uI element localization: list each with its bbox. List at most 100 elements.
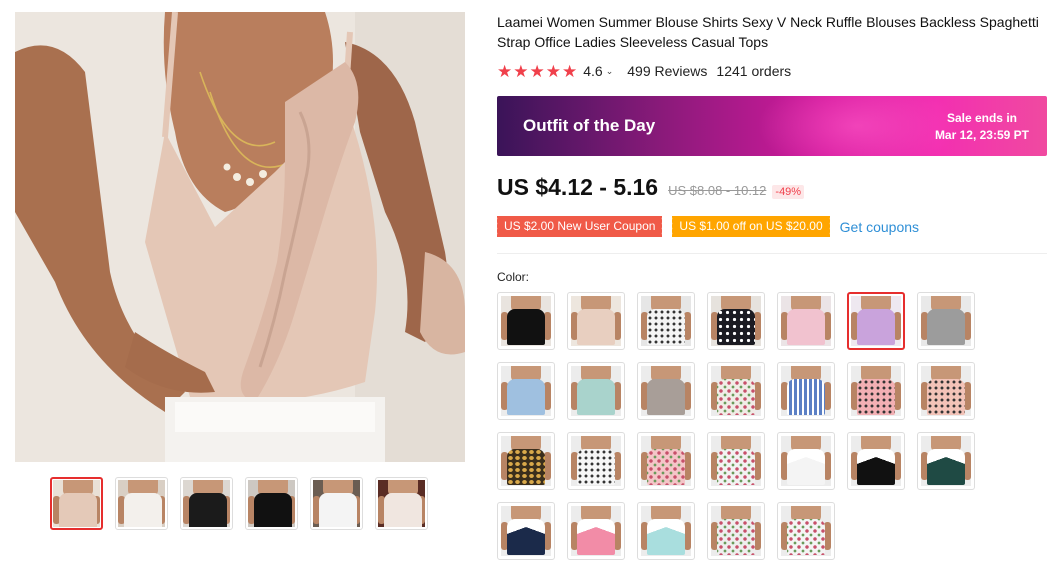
swatch-image [641,296,691,346]
swatch-image [641,436,691,486]
model-arm [754,382,761,410]
banner-glow [757,96,957,156]
color-swatch[interactable] [497,292,555,350]
color-swatch[interactable] [707,362,765,420]
swatch-image [781,506,831,556]
gallery-thumbnail[interactable] [245,477,298,530]
color-swatch[interactable] [777,502,835,560]
price-row: US $4.12 - 5.16 US $8.08 - 10.12 -49% [497,174,805,201]
orders-count: 1241 orders [716,63,792,79]
reviews-link[interactable]: 499 Reviews [627,63,707,79]
swatch-image [711,436,761,486]
get-coupons-link[interactable]: Get coupons [840,219,919,235]
model-arm [894,312,901,340]
blouse-shape [647,449,685,485]
color-swatch[interactable] [567,432,625,490]
color-swatch[interactable] [567,292,625,350]
blouse-shape [507,519,545,555]
color-swatch[interactable] [847,432,905,490]
blouse-shape [507,309,545,345]
blouse-shape [787,379,825,415]
blouse-shape [787,309,825,345]
model-arm [614,522,621,550]
blouse-shape [717,449,755,485]
sale-ends-time: Mar 12, 23:59 PT [934,128,1029,142]
color-swatch[interactable] [777,362,835,420]
blouse-shape [577,379,615,415]
model-arm [544,382,551,410]
blouse-shape [507,449,545,485]
swatch-image [248,480,295,527]
swatch-image [851,366,901,416]
gallery-thumbnail[interactable] [180,477,233,530]
color-swatch[interactable] [567,362,625,420]
color-swatch[interactable] [777,292,835,350]
model-arm [544,312,551,340]
color-swatch[interactable] [497,502,555,560]
swatch-image [851,436,901,486]
model-arm [614,312,621,340]
rating-dropdown[interactable]: 4.6 ⌄ [583,63,613,79]
color-swatch[interactable] [637,502,695,560]
color-swatch[interactable] [567,502,625,560]
color-swatch[interactable] [917,292,975,350]
model-arm [614,452,621,480]
model-arm [544,522,551,550]
model-arm [824,382,831,410]
model-arm [544,452,551,480]
color-swatch[interactable] [847,362,905,420]
product-title: Laamei Women Summer Blouse Shirts Sexy V… [497,14,1039,50]
blouse-shape [254,493,292,527]
swatch-image [571,366,621,416]
color-swatch[interactable] [497,432,555,490]
chevron-down-icon: ⌄ [605,65,614,76]
color-swatch[interactable] [497,362,555,420]
swatch-image [183,480,230,527]
model-arm [614,382,621,410]
model-arm [824,522,831,550]
swatch-image [501,296,551,346]
color-swatch[interactable] [777,432,835,490]
swatch-image [378,480,425,527]
color-swatch[interactable] [847,292,905,350]
blouse-shape [647,309,685,345]
swatch-image [851,296,901,346]
rating-value: 4.6 [583,63,603,79]
swatch-image [641,366,691,416]
swatch-image [711,296,761,346]
model-arm [684,312,691,340]
blouse-shape [927,449,965,485]
model-arm [964,452,971,480]
thumbnail-strip [50,477,428,530]
new-user-coupon[interactable]: US $2.00 New User Coupon [494,216,663,237]
color-swatch[interactable] [707,292,765,350]
store-coupon[interactable]: US $1.00 off on US $20.00 [670,216,830,237]
promo-banner[interactable]: Outfit of the Day Sale ends in Mar 12, 2… [497,96,1047,156]
original-price: US $8.08 - 10.12 [668,183,767,198]
blouse-shape [319,493,357,527]
gallery-thumbnail[interactable] [50,477,103,530]
gallery-thumbnail[interactable] [310,477,363,530]
blouse-shape [647,519,685,555]
coupons-row: US $2.00 New User Coupon US $1.00 off on… [494,216,919,237]
color-swatch[interactable] [637,292,695,350]
color-swatch[interactable] [917,362,975,420]
color-swatch[interactable] [917,432,975,490]
model-arm [964,312,971,340]
gallery-thumbnail[interactable] [115,477,168,530]
swatch-image [118,480,165,527]
color-swatch[interactable] [637,432,695,490]
color-swatch[interactable] [707,432,765,490]
model-arm [894,452,901,480]
color-swatch[interactable] [637,362,695,420]
blouse-shape [577,449,615,485]
main-product-image[interactable] [15,12,465,462]
color-swatch[interactable] [707,502,765,560]
swatch-image [921,296,971,346]
swatch-image [313,480,360,527]
star-icon: ★ [545,61,561,81]
swatch-image [781,296,831,346]
rating-stars: ★ ★ ★ ★ ★ [497,63,577,80]
gallery-thumbnail[interactable] [375,477,428,530]
sale-ends-label: Sale ends in [946,111,1017,125]
